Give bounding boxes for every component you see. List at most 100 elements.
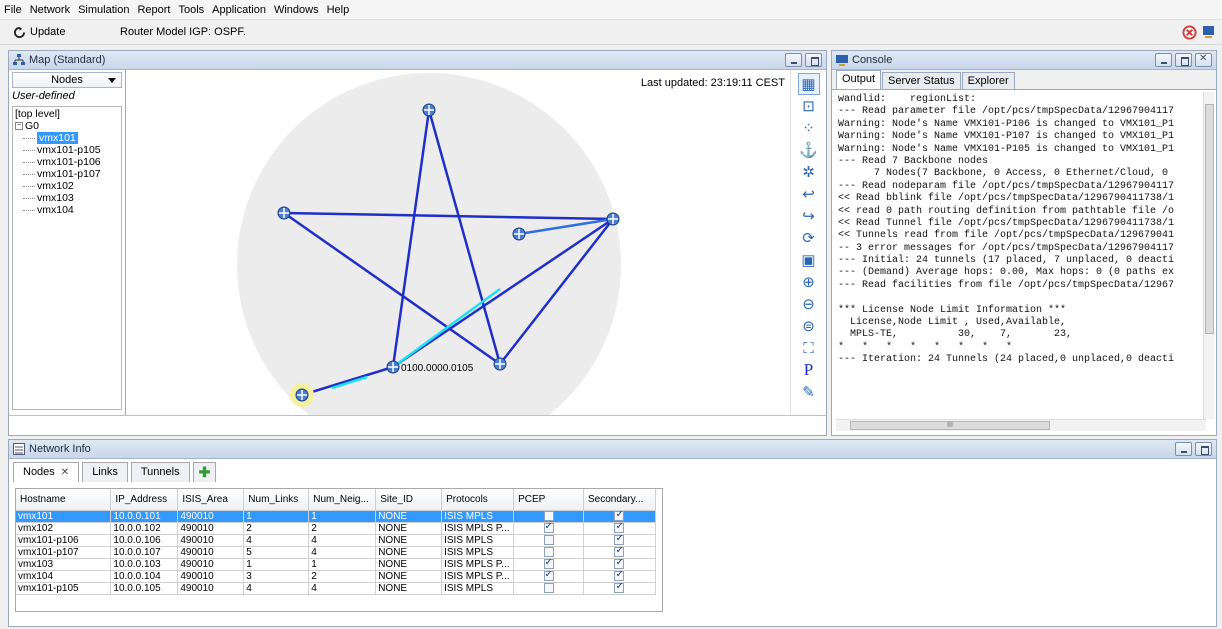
- zoom-out-icon[interactable]: ⊖: [798, 293, 820, 315]
- anchor-icon[interactable]: ⚓: [798, 139, 820, 161]
- secondary-checkbox[interactable]: [614, 534, 625, 545]
- map-image-icon[interactable]: ▣: [798, 249, 820, 271]
- column-header[interactable]: Num_Links: [243, 489, 310, 511]
- tree-item-top-level[interactable]: [top level]: [15, 108, 119, 120]
- tab-tunnels[interactable]: Tunnels: [130, 462, 190, 482]
- table-row[interactable]: vmx103 10.0.0.103 490010 1 1 NONE ISIS MPLS P.…: [16, 558, 657, 571]
- secondary-checkbox[interactable]: [614, 510, 625, 521]
- tree-item-node[interactable]: vmx101: [15, 132, 119, 144]
- fit-to-window-icon[interactable]: ⛶: [798, 337, 820, 359]
- router-node-selected[interactable]: [295, 388, 309, 402]
- update-button[interactable]: Update: [14, 26, 104, 38]
- router-node[interactable]: [386, 360, 400, 374]
- menu-network[interactable]: Network: [30, 4, 70, 16]
- menu-windows[interactable]: Windows: [274, 4, 319, 16]
- tree-item-node[interactable]: vmx101-p105: [15, 144, 119, 156]
- console-vertical-scrollbar[interactable]: [1203, 92, 1214, 419]
- tab-server-status[interactable]: Server Status: [882, 72, 961, 89]
- tab-output[interactable]: Output: [836, 70, 882, 89]
- collapse-icon[interactable]: −: [15, 122, 23, 131]
- select-mode-icon[interactable]: ▦: [797, 73, 820, 95]
- netinfo-minimize-button[interactable]: [1175, 442, 1192, 456]
- router-node[interactable]: [493, 357, 507, 371]
- zoom-in-icon[interactable]: ⊕: [798, 271, 820, 293]
- scroll-thumb[interactable]: [1205, 104, 1214, 334]
- zoom-fit-icon[interactable]: ⊜: [798, 315, 820, 337]
- undo-icon[interactable]: ↩: [798, 183, 820, 205]
- table-cell: ISIS MPLS: [441, 534, 515, 547]
- tree-node-label: vmx101-p105: [37, 144, 101, 156]
- menu-simulation[interactable]: Simulation: [78, 4, 129, 16]
- menu-tools[interactable]: Tools: [178, 4, 204, 16]
- column-header[interactable]: IP_Address: [110, 489, 179, 511]
- console-horizontal-scrollbar[interactable]: III: [836, 419, 1206, 431]
- table-row[interactable]: vmx101-p105 10.0.0.105 490010 4 4 NONE ISIS MP…: [16, 582, 657, 595]
- secondary-checkbox[interactable]: [614, 546, 625, 557]
- table-row[interactable]: vmx101-p106 10.0.0.106 490010 4 4 NONE ISIS MP…: [16, 534, 657, 547]
- tab-explorer[interactable]: Explorer: [961, 72, 1015, 89]
- column-header[interactable]: Num_Neig...: [308, 489, 377, 511]
- stop-icon[interactable]: [1182, 25, 1197, 40]
- pcep-checkbox[interactable]: [543, 534, 554, 545]
- menu-help[interactable]: Help: [327, 4, 350, 16]
- secondary-checkbox[interactable]: [614, 582, 625, 593]
- add-tab-button[interactable]: ✚: [192, 462, 217, 482]
- tree-item-node[interactable]: vmx101-p107: [15, 168, 119, 180]
- menu-application[interactable]: Application: [212, 4, 266, 16]
- table-row[interactable]: vmx102 10.0.0.102 490010 2 2 NONE ISIS MPLS P.…: [16, 522, 657, 535]
- router-node[interactable]: [606, 212, 620, 226]
- tree-item-node[interactable]: vmx104: [15, 204, 119, 216]
- console-output[interactable]: wandlid: regionList: --- Read parameter f…: [836, 92, 1206, 419]
- topology-map-canvas[interactable]: 0100.0000.0105 Last updated: 23:19:11 CE…: [127, 70, 791, 415]
- column-header[interactable]: Protocols: [441, 489, 515, 511]
- console-minimize-button[interactable]: [1155, 53, 1172, 67]
- router-node[interactable]: [512, 227, 526, 241]
- pcep-checkbox[interactable]: [543, 558, 554, 569]
- tree-item-group[interactable]: − G0: [15, 120, 119, 132]
- table-row[interactable]: vmx104 10.0.0.104 490010 3 2 NONE ISIS MPLS P.…: [16, 570, 657, 583]
- console-close-button[interactable]: [1195, 53, 1212, 67]
- column-header[interactable]: Site_ID: [375, 489, 443, 511]
- pcep-checkbox[interactable]: [543, 510, 554, 521]
- secondary-checkbox[interactable]: [614, 558, 625, 569]
- router-node[interactable]: [422, 103, 436, 117]
- netinfo-maximize-button[interactable]: [1195, 442, 1212, 456]
- pcep-checkbox[interactable]: [543, 546, 554, 557]
- tree-item-node[interactable]: vmx101-p106: [15, 156, 119, 168]
- pcep-checkbox[interactable]: [543, 570, 554, 581]
- layout-nodes-icon[interactable]: ⁘: [798, 117, 820, 139]
- refresh-map-icon[interactable]: ⟳: [798, 227, 820, 249]
- tab-links[interactable]: Links: [82, 462, 128, 482]
- table-row[interactable]: vmx101-p107 10.0.0.107 490010 5 4 NONE ISIS MP…: [16, 546, 657, 559]
- graph-layout-icon[interactable]: ✲: [798, 161, 820, 183]
- table-cell: [513, 522, 584, 535]
- map-minimize-button[interactable]: [785, 53, 802, 67]
- pcep-checkbox[interactable]: [543, 582, 554, 593]
- column-header[interactable]: Secondary...: [583, 489, 657, 511]
- tree-item-node[interactable]: vmx102: [15, 180, 119, 192]
- table-cell: 4: [308, 546, 377, 559]
- nodes-dropdown[interactable]: Nodes: [12, 72, 122, 88]
- redo-icon[interactable]: ↪: [798, 205, 820, 227]
- zoom-region-icon[interactable]: ⊡: [798, 95, 820, 117]
- console-monitor-icon[interactable]: [1202, 25, 1215, 39]
- tab-nodes[interactable]: Nodes ✕: [13, 462, 80, 482]
- column-header[interactable]: Hostname: [16, 489, 112, 511]
- menu-file[interactable]: File: [4, 4, 22, 16]
- map-maximize-button[interactable]: [805, 53, 822, 67]
- console-maximize-button[interactable]: [1175, 53, 1192, 67]
- properties-p-icon[interactable]: P: [798, 359, 820, 381]
- pcep-checkbox[interactable]: [543, 522, 554, 533]
- column-header[interactable]: PCEP: [513, 489, 584, 511]
- scroll-thumb[interactable]: III: [850, 421, 1050, 430]
- secondary-checkbox[interactable]: [614, 522, 625, 533]
- wrench-icon[interactable]: ✎: [798, 381, 820, 403]
- column-header[interactable]: ISIS_Area: [177, 489, 245, 511]
- tree-item-node[interactable]: vmx103: [15, 192, 119, 204]
- console-icon: [836, 54, 848, 66]
- router-node[interactable]: [277, 206, 291, 220]
- table-row[interactable]: vmx101 10.0.0.101 490010 1 1 NONE ISIS MPLS: [16, 510, 657, 523]
- close-icon[interactable]: ✕: [61, 463, 69, 482]
- menu-report[interactable]: Report: [137, 4, 170, 16]
- secondary-checkbox[interactable]: [614, 570, 625, 581]
